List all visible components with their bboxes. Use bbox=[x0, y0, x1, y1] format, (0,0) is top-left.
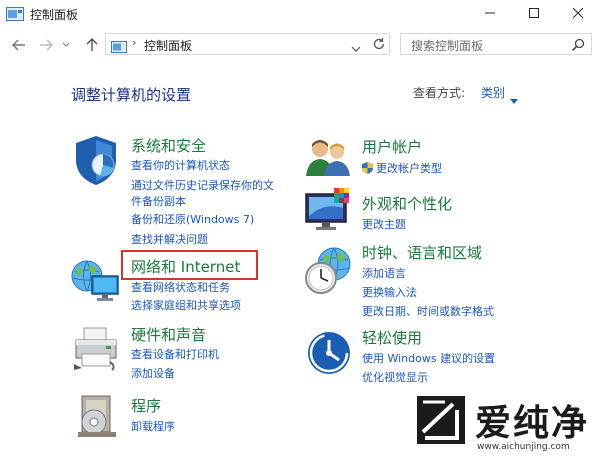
link-troubleshoot[interactable]: 查找并解决问题 bbox=[131, 231, 208, 247]
chevron-down-icon bbox=[351, 46, 361, 52]
view-by-label: 查看方式: bbox=[413, 86, 466, 100]
caret-down-icon bbox=[510, 99, 518, 104]
link-homegroup-sharing[interactable]: 选择家庭组和共享选项 bbox=[131, 297, 241, 313]
uac-shield-icon bbox=[362, 162, 373, 174]
search-placeholder: 搜索控制面板 bbox=[411, 39, 484, 53]
page-heading: 调整计算机的设置 bbox=[71, 86, 192, 104]
category-title-programs[interactable]: 程序 bbox=[131, 395, 161, 416]
category-title-ease-of-access[interactable]: 轻松使用 bbox=[362, 327, 422, 348]
view-by-dropdown[interactable]: 类别 bbox=[481, 84, 505, 101]
forward-arrow-icon bbox=[40, 39, 53, 51]
up-button[interactable] bbox=[83, 36, 101, 54]
watermark-url: www.aichunjing.com bbox=[477, 442, 570, 452]
link-network-status[interactable]: 查看网络状态和任务 bbox=[131, 279, 230, 295]
printer-icon[interactable] bbox=[72, 324, 122, 376]
back-button[interactable] bbox=[10, 36, 28, 54]
window-title: 控制面板 bbox=[30, 8, 79, 22]
user-accounts-icon[interactable] bbox=[304, 138, 354, 182]
control-panel-icon bbox=[6, 6, 24, 21]
link-devices-printers[interactable]: 查看设备和打印机 bbox=[131, 346, 219, 362]
breadcrumb-separator: › bbox=[132, 36, 137, 49]
programs-icon[interactable] bbox=[76, 392, 120, 442]
link-windows-recommended-settings[interactable]: 使用 Windows 建议的设置 bbox=[362, 350, 495, 366]
link-change-input-method[interactable]: 更换输入法 bbox=[362, 284, 417, 300]
category-title-user-accounts[interactable]: 用户帐户 bbox=[362, 136, 422, 157]
control-panel-icon bbox=[111, 38, 127, 53]
category-title-hardware-sound[interactable]: 硬件和声音 bbox=[131, 324, 206, 345]
search-input[interactable]: 搜索控制面板 bbox=[400, 33, 592, 55]
recent-locations-button[interactable] bbox=[60, 36, 72, 54]
appearance-icon[interactable] bbox=[304, 188, 354, 236]
clock-globe-icon[interactable] bbox=[304, 246, 356, 300]
minimize-button[interactable] bbox=[470, 0, 510, 26]
link-add-language[interactable]: 添加语言 bbox=[362, 265, 406, 281]
link-uninstall-program[interactable]: 卸载程序 bbox=[131, 418, 175, 434]
shield-icon[interactable] bbox=[72, 134, 122, 190]
search-icon[interactable] bbox=[571, 37, 585, 56]
view-by-arrow[interactable] bbox=[510, 89, 518, 108]
watermark: 爱纯净 www.aichunjing.com bbox=[413, 392, 603, 457]
link-change-account-type[interactable]: 更改帐户类型 bbox=[362, 160, 442, 176]
link-view-computer-status[interactable]: 查看你的计算机状态 bbox=[131, 157, 230, 173]
link-backup-restore[interactable]: 备份和还原(Windows 7) bbox=[131, 211, 254, 227]
close-button[interactable] bbox=[558, 0, 598, 26]
highlight-box bbox=[121, 250, 258, 280]
link-change-account-type-label: 更改帐户类型 bbox=[376, 162, 442, 175]
link-add-device[interactable]: 添加设备 bbox=[131, 365, 175, 381]
refresh-icon bbox=[373, 38, 385, 50]
breadcrumb-control-panel[interactable]: 控制面板 bbox=[144, 37, 192, 54]
category-title-clock-language-region[interactable]: 时钟、语言和区域 bbox=[362, 242, 482, 263]
link-optimize-visual-display[interactable]: 优化视觉显示 bbox=[362, 369, 428, 385]
link-change-theme[interactable]: 更改主题 bbox=[362, 216, 406, 232]
forward-button[interactable] bbox=[37, 36, 55, 54]
category-title-system-security[interactable]: 系统和安全 bbox=[131, 135, 206, 156]
category-title-appearance[interactable]: 外观和个性化 bbox=[362, 193, 452, 214]
network-globe-icon[interactable] bbox=[70, 256, 122, 308]
address-dropdown-button[interactable] bbox=[351, 38, 361, 57]
chevron-down-icon bbox=[62, 42, 70, 47]
link-file-history[interactable]: 通过文件历史记录保存你的文 bbox=[131, 177, 274, 193]
title-bar: 控制面板 bbox=[0, 0, 603, 28]
address-bar[interactable]: › 控制面板 bbox=[105, 33, 390, 55]
watermark-brand: 爱纯净 bbox=[475, 403, 590, 444]
link-change-date-time-format[interactable]: 更改日期、时间或数字格式 bbox=[362, 303, 494, 319]
back-arrow-icon bbox=[12, 39, 25, 51]
refresh-button[interactable] bbox=[372, 36, 386, 55]
maximize-button[interactable] bbox=[514, 0, 554, 26]
link-file-history-cont[interactable]: 件备份副本 bbox=[131, 193, 186, 209]
ease-of-access-icon[interactable] bbox=[306, 330, 352, 380]
up-arrow-icon bbox=[86, 38, 98, 51]
